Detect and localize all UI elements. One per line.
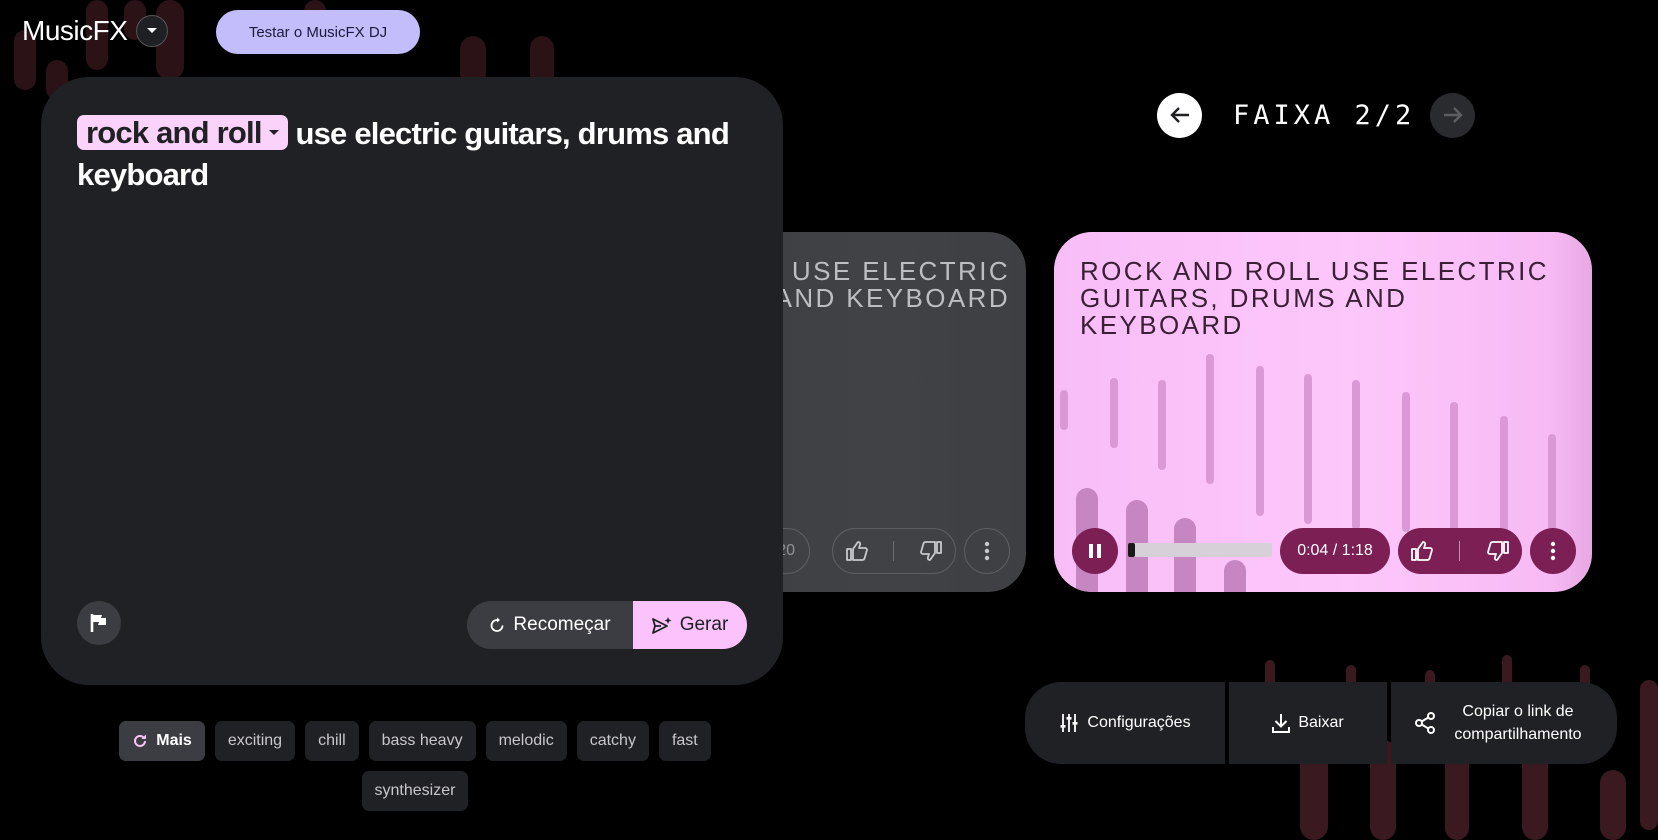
more-tags-button[interactable]: Mais — [119, 721, 205, 761]
current-track-card[interactable]: ROCK AND ROLL USE ELECTRIC GUITARS, DRUM… — [1054, 232, 1592, 592]
genre-chip-label: rock and roll — [86, 115, 262, 150]
restart-icon — [491, 617, 504, 632]
current-track-title: ROCK AND ROLL USE ELECTRIC GUITARS, DRUM… — [1080, 256, 1549, 340]
settings-label: Configurações — [1087, 714, 1191, 731]
try-musicfx-dj-button[interactable]: Testar o MusicFX DJ — [216, 10, 420, 54]
previous-track-more-button[interactable] — [964, 528, 1010, 574]
restart-label: Recomeçar — [513, 614, 611, 635]
thumb-down-icon — [1486, 541, 1509, 561]
playback-time: 0:04 / 1:18 — [1280, 528, 1390, 574]
tag-catchy[interactable]: catchy — [576, 721, 649, 761]
track-more-options-button[interactable] — [1530, 528, 1576, 574]
generate-button[interactable]: Gerar — [633, 601, 747, 649]
current-track-votes — [1398, 528, 1522, 574]
playback-progress-bar[interactable] — [1128, 543, 1272, 557]
tag-melodic[interactable]: melodic — [485, 721, 567, 761]
share-icon — [1415, 712, 1435, 734]
tag-exciting[interactable]: exciting — [214, 721, 296, 761]
more-tags-label: Mais — [156, 732, 192, 749]
top-bar: MusicFX — [22, 10, 169, 52]
thumb-up-icon — [845, 541, 868, 561]
previous-track-votes — [832, 528, 956, 574]
genre-chip[interactable]: rock and roll — [77, 115, 288, 150]
prompt-actions: Recomeçar Gerar — [467, 601, 747, 649]
track-navigation: FAIXA 2/2 — [1157, 92, 1475, 138]
previous-thumb-up-button[interactable] — [845, 541, 868, 561]
previous-thumb-down-button[interactable] — [920, 541, 943, 561]
settings-button[interactable]: Configurações — [1025, 682, 1225, 764]
more-vert-icon — [984, 541, 990, 561]
tag-suggestions: Mais exciting chill bass heavy melodic c… — [105, 721, 725, 811]
tag-fast[interactable]: fast — [658, 721, 711, 761]
vote-divider — [1459, 541, 1461, 561]
arrow-left-icon — [1169, 107, 1189, 123]
report-flag-button[interactable] — [77, 601, 121, 645]
tune-icon — [1060, 714, 1078, 732]
track-counter: FAIXA 2/2 — [1233, 99, 1416, 131]
flag-icon — [90, 614, 106, 632]
tag-bass-heavy[interactable]: bass heavy — [368, 721, 476, 761]
tag-synthesizer[interactable]: synthesizer — [361, 771, 469, 811]
vote-divider — [893, 541, 895, 561]
prompt-text[interactable]: rock and roll use electric guitars, drum… — [77, 113, 757, 195]
pause-button[interactable] — [1072, 528, 1118, 574]
progress-fill — [1128, 543, 1136, 557]
generate-label: Gerar — [679, 614, 729, 635]
copy-share-link-button[interactable]: Copiar o link de compartilhamento — [1391, 682, 1617, 764]
previous-track-button[interactable] — [1157, 92, 1202, 138]
prompt-panel: rock and roll use electric guitars, drum… — [41, 77, 783, 685]
download-label: Baixar — [1298, 714, 1344, 731]
more-vert-icon — [1550, 541, 1556, 561]
copy-share-link-label: Copiar o link de compartilhamento — [1454, 703, 1582, 743]
chevron-down-icon — [147, 28, 158, 33]
tag-chill[interactable]: chill — [305, 721, 359, 761]
download-button[interactable]: Baixar — [1229, 682, 1387, 764]
next-track-button[interactable] — [1430, 92, 1475, 138]
sparkle-send-icon — [651, 617, 672, 634]
thumb-up-button[interactable] — [1411, 541, 1433, 561]
thumb-up-icon — [1411, 541, 1433, 561]
thumb-down-button[interactable] — [1486, 541, 1509, 561]
arrow-right-icon — [1443, 107, 1463, 123]
pause-icon — [1089, 544, 1101, 558]
thumb-down-icon — [920, 541, 943, 561]
restart-button[interactable]: Recomeçar — [467, 601, 633, 649]
chevron-down-icon — [268, 129, 280, 137]
refresh-icon — [134, 734, 147, 747]
app-menu-dropdown[interactable] — [136, 15, 169, 47]
app-logo: MusicFX — [22, 15, 128, 46]
download-icon — [1272, 714, 1291, 733]
track-actions: Configurações Baixar Copiar o link de co… — [1025, 682, 1617, 764]
